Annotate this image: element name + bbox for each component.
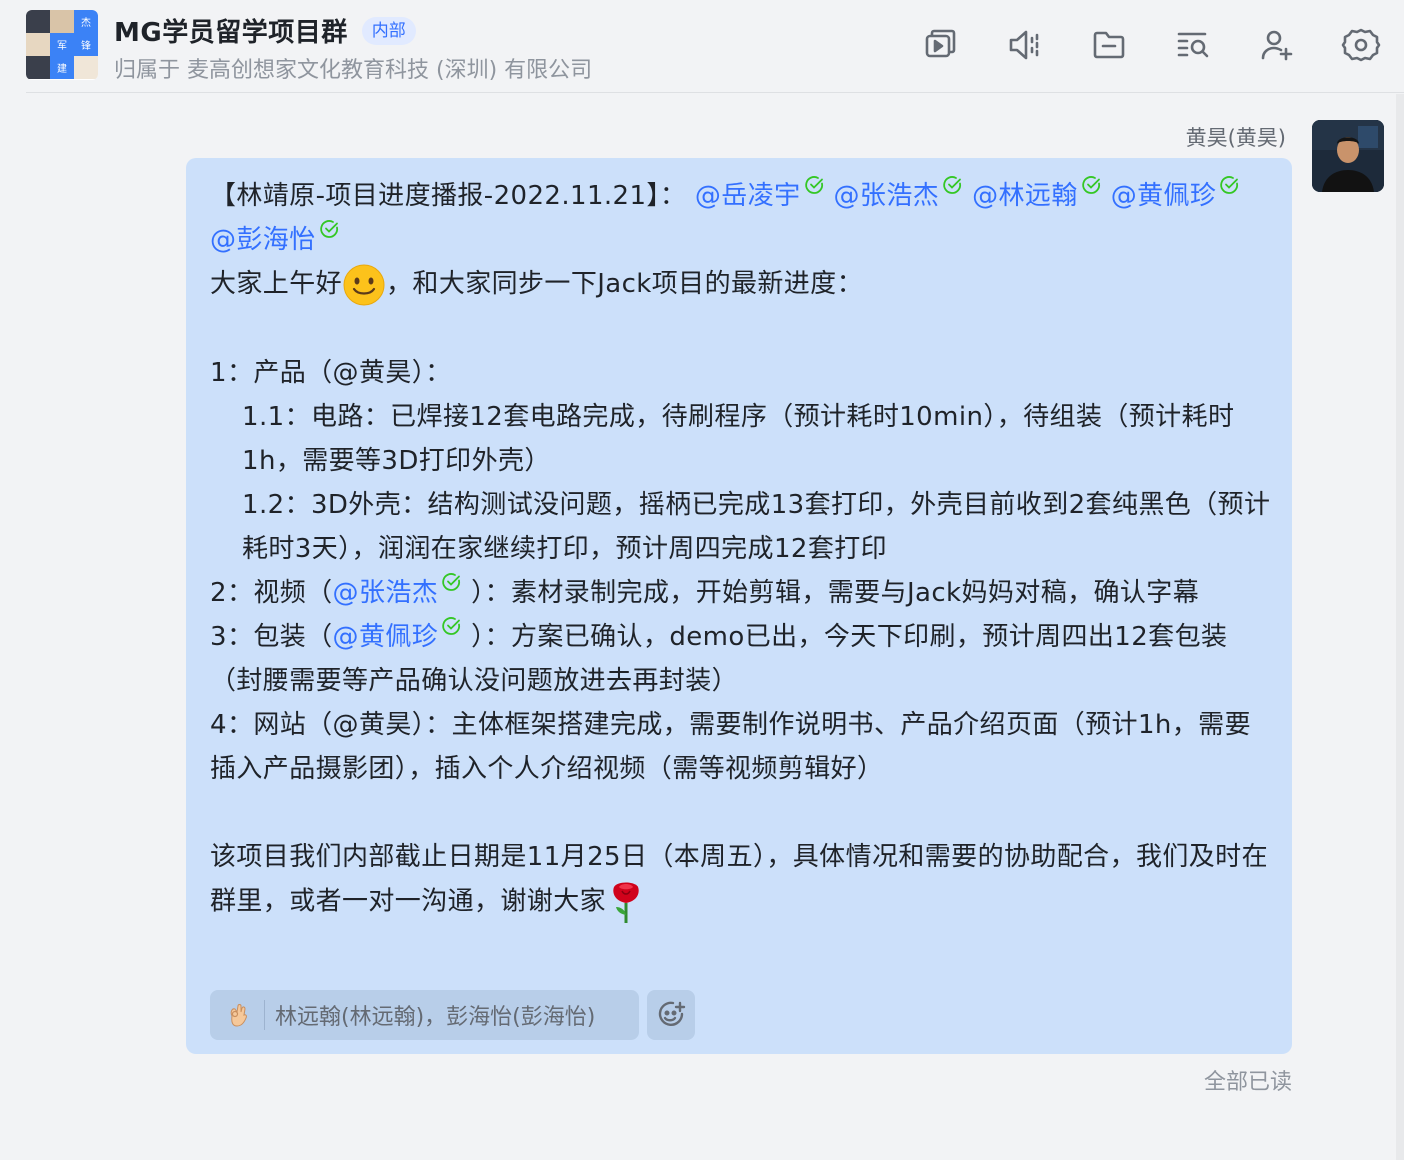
search-history-icon xyxy=(1177,32,1209,58)
chat-header: 杰 军 锋 建 MG学员留学项目群 内部 归属于 麦高创想家文化教育科技 (深圳… xyxy=(0,0,1404,94)
chat-subtitle: 归属于 麦高创想家文化教育科技 (深圳) 有限公司 xyxy=(114,58,593,83)
member-avatar-5: 军 xyxy=(50,33,74,56)
message-line-product: 1：产品（@黄昊）： xyxy=(210,357,452,388)
mention-link[interactable]: @黄佩珍 xyxy=(333,622,439,652)
message-line-greeting: 大家上午好 ，和大家同步一下Jack项目的最新进度： xyxy=(210,262,1272,307)
smile-emoji-icon xyxy=(343,264,385,305)
scrollbar-track[interactable] xyxy=(1396,94,1404,1160)
member-avatar-3: 杰 xyxy=(74,10,98,33)
message-line-header: 【林靖原-项目进度播报-2022.11.21】： @岳凌宇 @张浩杰 @林远翰 @黄佩… xyxy=(210,174,1272,262)
check-circle-icon xyxy=(319,220,338,238)
member-avatar-9 xyxy=(74,56,98,79)
ok-hand-icon xyxy=(230,1004,247,1027)
member-avatar-8: 建 xyxy=(50,56,74,79)
folder-icon xyxy=(1093,31,1125,59)
message-blank-line xyxy=(210,307,1272,351)
add-member-button[interactable] xyxy=(1250,22,1304,68)
add-reaction-button[interactable] xyxy=(647,990,695,1040)
speaker-button[interactable] xyxy=(998,22,1052,68)
group-avatar[interactable]: 杰 军 锋 建 xyxy=(26,10,98,80)
member-avatar-2 xyxy=(50,10,74,33)
message-line-circuit: 1.1：电路：已焊接12套电路完成，待刷程序（预计耗时10min），待组装（预计… xyxy=(242,401,1235,476)
sender-name[interactable]: 黄昊(黄昊) xyxy=(1186,122,1286,152)
mention-link[interactable]: @张浩杰 xyxy=(834,181,940,211)
message-content: 【林靖原-项目进度播报-2022.11.21】： @岳凌宇 @张浩杰 @林远翰 @黄佩… xyxy=(210,174,1272,925)
add-emoji-icon xyxy=(658,1001,686,1026)
check-circle-icon xyxy=(943,176,962,194)
member-avatar-6: 锋 xyxy=(74,33,98,56)
mention-link[interactable]: @黄佩珍 xyxy=(1111,181,1217,211)
message-line-video: 2：视频（@张浩杰 ）：素材录制完成，开始剪辑，需要与Jack妈妈对稿，确认字幕 xyxy=(210,571,1272,615)
check-circle-icon xyxy=(442,616,461,635)
header-toolbar xyxy=(914,22,1388,68)
member-avatar-7 xyxy=(26,56,50,79)
screen-share-icon xyxy=(925,29,956,58)
mention-link[interactable]: @岳凌宇 xyxy=(695,181,801,211)
screen-share-button[interactable] xyxy=(914,22,968,68)
search-history-button[interactable] xyxy=(1166,22,1220,68)
rose-emoji-icon xyxy=(613,882,639,923)
add-member-icon xyxy=(1261,30,1293,61)
mention-link[interactable]: @林远翰 xyxy=(972,181,1078,211)
message-line-website: 4：网站（@黄昊）：主体框架搭建完成，需要制作说明书、产品介绍页面（预计1h，需… xyxy=(210,709,1251,784)
check-circle-icon xyxy=(442,572,461,591)
check-circle-icon xyxy=(804,176,823,194)
sender-avatar[interactable] xyxy=(1312,120,1384,192)
header-divider xyxy=(26,92,1404,93)
internal-badge: 内部 xyxy=(361,16,416,45)
message-line-closing: 该项目我们内部截止日期是11月25日（本周五），具体情况和需要的协助配合，我们及… xyxy=(210,835,1272,925)
mention-link[interactable]: @张浩杰 xyxy=(333,578,439,608)
speaker-icon xyxy=(1009,30,1039,60)
settings-button[interactable] xyxy=(1334,22,1388,68)
message-blank-line xyxy=(210,791,1272,835)
chat-title[interactable]: MG学员留学项目群 xyxy=(114,12,348,49)
check-circle-icon xyxy=(1082,176,1100,194)
message-line-shell: 1.2：3D外壳：结构测试没问题，摇柄已完成13套打印，外壳目前收到2套纯黑色（… xyxy=(242,489,1271,564)
reaction-divider xyxy=(264,1000,265,1030)
member-avatar-4 xyxy=(26,33,50,56)
message-line-packaging: 3：包装（@黄佩珍 ）：方案已确认，demo已出，今天下印刷，预计周四出12套包装… xyxy=(210,615,1272,703)
member-avatar-1 xyxy=(26,10,50,33)
settings-icon xyxy=(1341,28,1381,62)
person-photo-icon xyxy=(1312,120,1384,192)
reaction-users[interactable]: 林远翰(林远翰)，彭海怡(彭海怡) xyxy=(275,999,595,1031)
files-button[interactable] xyxy=(1082,22,1136,68)
read-status[interactable]: 全部已读 xyxy=(1204,1064,1292,1096)
check-circle-icon xyxy=(1220,176,1239,194)
mention-link[interactable]: @彭海怡 xyxy=(210,225,316,255)
reaction-chip[interactable]: 林远翰(林远翰)，彭海怡(彭海怡) xyxy=(210,990,639,1040)
